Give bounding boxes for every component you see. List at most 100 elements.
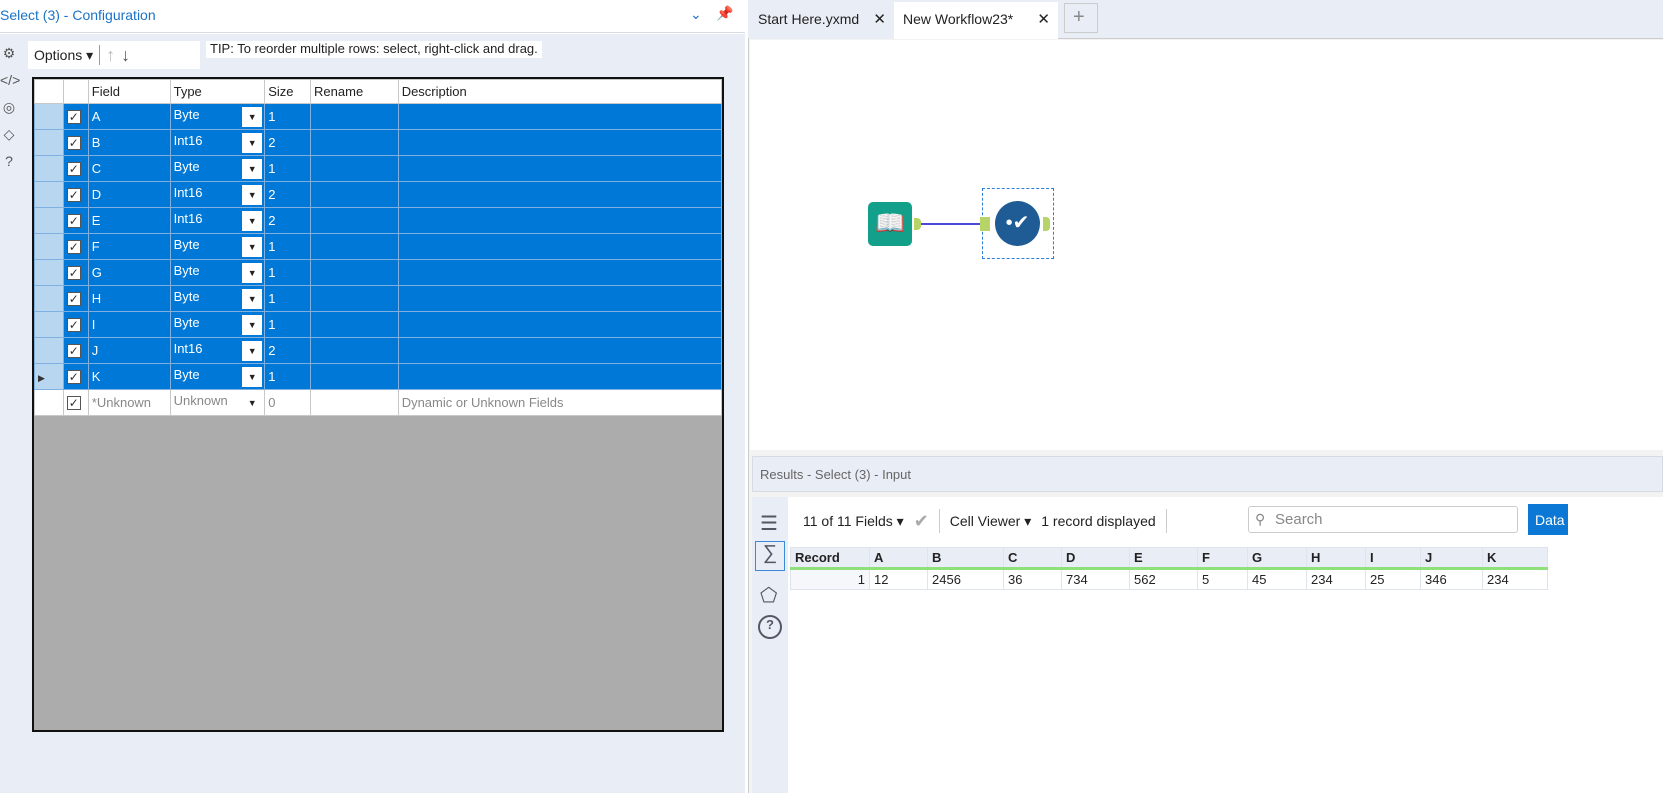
row-header[interactable]	[34, 233, 64, 260]
checkbox-cell[interactable]: ✓	[62, 155, 89, 182]
row-header[interactable]	[34, 103, 64, 130]
rename-cell[interactable]	[310, 181, 399, 208]
results-cell[interactable]: 562	[1129, 568, 1198, 590]
row-header[interactable]	[34, 181, 64, 208]
rename-cell[interactable]	[310, 389, 399, 416]
type-dropdown-icon[interactable]: ▼	[242, 340, 263, 361]
description-cell[interactable]	[397, 155, 723, 182]
include-checkbox[interactable]: ✓	[66, 214, 81, 228]
new-tab-button[interactable]: +	[1064, 3, 1098, 33]
size-cell[interactable]: 1	[264, 311, 312, 338]
results-cell[interactable]: 346	[1420, 568, 1483, 590]
rename-cell[interactable]	[310, 129, 399, 156]
field-cell[interactable]: J	[87, 337, 171, 364]
column-header-rename[interactable]: Rename	[310, 79, 399, 104]
rename-cell[interactable]	[310, 259, 399, 286]
results-cell[interactable]: 12	[869, 568, 928, 590]
rename-cell[interactable]	[310, 103, 399, 130]
type-cell[interactable]: Byte ▼	[169, 259, 266, 286]
results-column-header[interactable]: G	[1247, 547, 1307, 570]
results-column-header[interactable]: E	[1129, 547, 1198, 570]
type-dropdown-icon[interactable]: ▼	[242, 210, 263, 231]
row-header[interactable]: ▶	[34, 363, 64, 390]
include-checkbox[interactable]: ✓	[66, 318, 81, 332]
table-row[interactable]: ✓ J Int16 ▼ 2	[34, 337, 723, 364]
field-cell[interactable]: D	[87, 181, 171, 208]
field-cell[interactable]: I	[87, 311, 171, 338]
results-column-header[interactable]: F	[1197, 547, 1248, 570]
checkbox-cell[interactable]: ✓	[62, 233, 89, 260]
field-cell[interactable]: B	[87, 129, 171, 156]
select-tool-selection[interactable]: •✔	[980, 188, 1054, 259]
results-column-header[interactable]: H	[1306, 547, 1366, 570]
input-anchor[interactable]	[980, 217, 990, 231]
type-cell[interactable]: Byte ▼	[169, 311, 266, 338]
table-row[interactable]: ✓ A Byte ▼ 1	[34, 103, 723, 130]
size-cell[interactable]: 1	[264, 103, 312, 130]
workflow-canvas[interactable]: 📖 •✔	[750, 40, 1663, 450]
include-checkbox[interactable]: ✓	[66, 110, 81, 124]
row-header[interactable]	[34, 207, 64, 234]
rename-cell[interactable]	[310, 155, 399, 182]
type-cell[interactable]: Byte ▼	[169, 363, 266, 390]
arrow-down-icon[interactable]: ↓	[121, 45, 130, 66]
description-cell[interactable]	[397, 233, 723, 260]
type-dropdown-icon[interactable]: ▼	[242, 236, 263, 257]
rename-cell[interactable]	[310, 207, 399, 234]
type-dropdown-icon[interactable]: ▼	[242, 262, 263, 283]
size-cell[interactable]: 2	[264, 181, 312, 208]
description-cell[interactable]	[397, 363, 723, 390]
checkmark-icon[interactable]: ✔	[914, 511, 929, 532]
include-checkbox[interactable]: ✓	[66, 188, 81, 202]
type-dropdown-icon[interactable]: ▼	[242, 132, 263, 153]
results-cell[interactable]: 234	[1482, 568, 1548, 590]
type-cell[interactable]: Byte ▼	[169, 155, 266, 182]
size-cell[interactable]: 1	[264, 233, 312, 260]
include-checkbox[interactable]: ✓	[66, 240, 81, 254]
checkbox-cell[interactable]: ✓	[62, 259, 89, 286]
checkbox-cell[interactable]: ✓	[62, 129, 89, 156]
results-column-header[interactable]: A	[869, 547, 928, 570]
rename-cell[interactable]	[310, 311, 399, 338]
select-fields-grid[interactable]: Field Type Size Rename Description ✓ A Byte ▼ 1 ✓…	[32, 77, 724, 732]
type-cell[interactable]: Byte ▼	[169, 285, 266, 312]
column-header-type[interactable]: Type	[169, 79, 266, 104]
field-cell[interactable]: C	[87, 155, 171, 182]
help-icon[interactable]: ?	[758, 615, 782, 639]
checkbox-cell[interactable]: ✓	[62, 181, 89, 208]
table-row[interactable]: ✓ H Byte ▼ 1	[34, 285, 723, 312]
rename-cell[interactable]	[310, 363, 399, 390]
type-dropdown-icon[interactable]: ▼	[242, 393, 262, 413]
table-row[interactable]: ✓ *Unknown Unknown ▼ 0 Dynamic or Unknown Fie…	[34, 389, 723, 416]
type-cell[interactable]: Byte ▼	[169, 103, 266, 130]
results-column-header[interactable]: K	[1482, 547, 1548, 570]
size-cell[interactable]: 2	[264, 337, 312, 364]
size-cell[interactable]: 1	[264, 259, 312, 286]
description-cell[interactable]	[397, 181, 723, 208]
arrow-up-icon[interactable]: ↑	[106, 45, 115, 66]
field-cell[interactable]: K	[87, 363, 171, 390]
size-cell[interactable]: 1	[264, 285, 312, 312]
input-data-tool-icon[interactable]: 📖	[868, 202, 912, 246]
results-column-header[interactable]: Record	[790, 547, 870, 570]
help-icon[interactable]: ?	[0, 148, 18, 175]
row-header[interactable]	[34, 155, 64, 182]
results-column-header[interactable]: J	[1420, 547, 1483, 570]
table-row[interactable]: ✓ G Byte ▼ 1	[34, 259, 723, 286]
table-row[interactable]: ✓ I Byte ▼ 1	[34, 311, 723, 338]
include-checkbox[interactable]: ✓	[66, 292, 81, 306]
field-cell[interactable]: F	[87, 233, 171, 260]
checkbox-cell[interactable]: ✓	[62, 285, 89, 312]
type-cell[interactable]: Int16 ▼	[169, 207, 266, 234]
results-cell[interactable]: 36	[1003, 568, 1062, 590]
fields-dropdown[interactable]: 11 of 11 Fields ▾	[803, 513, 904, 530]
tab-start-here[interactable]: Start Here.yxmd ✕	[749, 2, 894, 39]
description-cell[interactable]	[397, 103, 723, 130]
description-cell[interactable]	[397, 311, 723, 338]
row-header[interactable]	[34, 285, 64, 312]
search-input[interactable]: ⚲ Search	[1248, 506, 1518, 533]
close-icon[interactable]: ✕	[1037, 10, 1050, 28]
checkbox-cell[interactable]: ✓	[62, 311, 89, 338]
row-header[interactable]	[34, 311, 64, 338]
description-cell[interactable]	[397, 337, 723, 364]
